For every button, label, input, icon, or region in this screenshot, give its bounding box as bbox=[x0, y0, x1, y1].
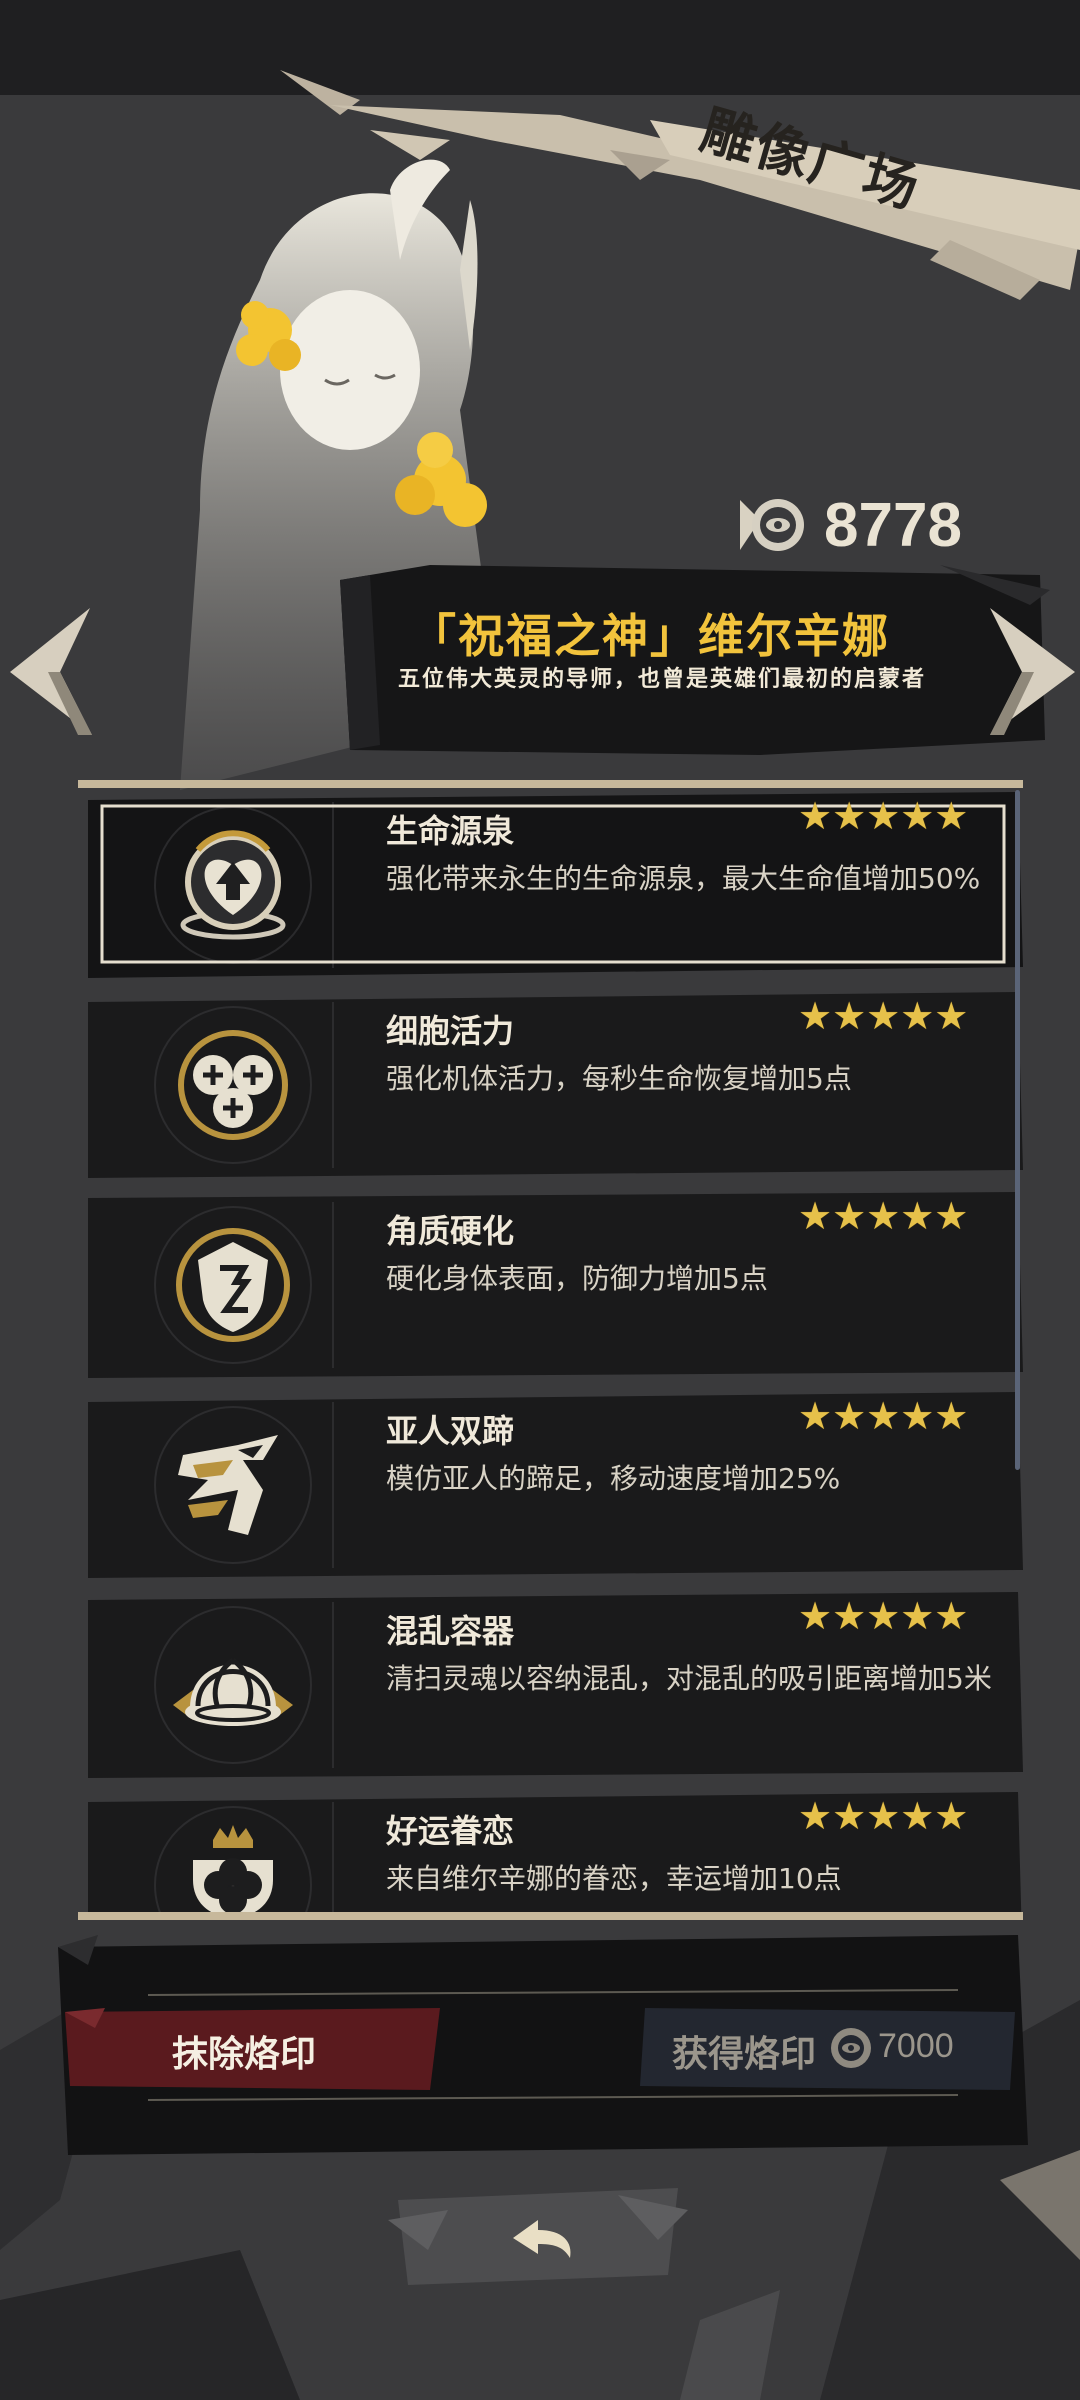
skill-name: 混乱容器 bbox=[386, 1612, 515, 1650]
hoof-icon bbox=[178, 1435, 278, 1535]
star-icon: ★★★★★ bbox=[798, 1194, 969, 1238]
skill-card-4[interactable]: 混乱容器 清扫灵魂以容纳混乱，对混乱的吸引距离增加5米 ★★★★★ bbox=[88, 1592, 1023, 1778]
star-rating: ★★★★★ bbox=[798, 996, 968, 1036]
star-icon: ★★★★★ bbox=[798, 1794, 969, 1838]
skill-description: 模仿亚人的蹄足，移动速度增加25% bbox=[386, 1462, 841, 1495]
star-icon: ★★★★★ bbox=[798, 1394, 969, 1438]
shield-icon bbox=[176, 1228, 290, 1342]
skill-list[interactable]: 生命源泉 强化带来永生的生命源泉，最大生命值增加50% ★★★★★ 细胞活力 强… bbox=[78, 782, 1023, 1912]
skill-card-5[interactable]: 好运眷恋 来自维尔辛娜的眷恋，幸运增加10点 ★★★★★ bbox=[88, 1792, 1023, 1912]
chevron-left-icon bbox=[10, 608, 92, 735]
skill-description: 强化机体活力，每秒生命恢复增加5点 bbox=[386, 1062, 852, 1095]
skill-card-2[interactable]: 角质硬化 硬化身体表面，防御力增加5点 ★★★★★ bbox=[88, 1192, 1023, 1378]
skill-card-3[interactable]: 亚人双蹄 模仿亚人的蹄足，移动速度增加25% ★★★★★ bbox=[88, 1392, 1023, 1578]
list-bottom-border bbox=[78, 1912, 1023, 1920]
skill-description: 清扫灵魂以容纳混乱，对混乱的吸引距离增加5米 bbox=[386, 1662, 992, 1695]
star-icon: ★★★★★ bbox=[798, 1594, 969, 1638]
currency-display: 8778 bbox=[740, 485, 1040, 565]
star-rating: ★★★★★ bbox=[798, 1196, 968, 1236]
coin-icon bbox=[831, 2028, 871, 2068]
cells-icon bbox=[178, 1030, 288, 1140]
prev-hero-button[interactable] bbox=[0, 600, 100, 740]
skill-name: 细胞活力 bbox=[386, 1012, 515, 1050]
heart-arrow-icon bbox=[180, 830, 286, 940]
skill-card-0[interactable]: 生命源泉 强化带来永生的生命源泉，最大生命值增加50% ★★★★★ bbox=[88, 792, 1023, 978]
erase-brand-label: 抹除烙印 bbox=[172, 2034, 317, 2075]
skill-card-1[interactable]: 细胞活力 强化机体活力，每秒生命恢复增加5点 ★★★★★ bbox=[88, 992, 1023, 1178]
dome-icon bbox=[173, 1658, 293, 1726]
star-icon: ★★★★★ bbox=[798, 794, 969, 838]
gain-brand-label: 获得烙印 bbox=[672, 2034, 817, 2075]
star-rating: ★★★★★ bbox=[798, 1396, 968, 1436]
star-icon: ★★★★★ bbox=[798, 994, 969, 1038]
skill-name: 亚人双蹄 bbox=[386, 1412, 515, 1450]
hero-name: 「祝福之神」维尔辛娜 bbox=[410, 609, 890, 663]
skill-name: 生命源泉 bbox=[386, 812, 515, 850]
skill-description: 强化带来永生的生命源泉，最大生命值增加50% bbox=[386, 862, 981, 895]
star-rating: ★★★★★ bbox=[798, 1596, 968, 1636]
skill-description: 硬化身体表面，防御力增加5点 bbox=[386, 1262, 768, 1295]
skill-name: 好运眷恋 bbox=[386, 1812, 515, 1850]
coin-icon bbox=[740, 499, 804, 551]
clover-crown-icon bbox=[193, 1825, 273, 1912]
chevron-right-icon bbox=[990, 608, 1075, 735]
list-scrollbar[interactable] bbox=[1015, 790, 1020, 1470]
gain-brand-cost: 7000 bbox=[878, 2027, 954, 2065]
star-rating: ★★★★★ bbox=[798, 1796, 968, 1836]
skill-description: 来自维尔辛娜的眷恋，幸运增加10点 bbox=[386, 1862, 842, 1895]
skill-name: 角质硬化 bbox=[386, 1212, 515, 1250]
star-rating: ★★★★★ bbox=[798, 796, 968, 836]
hero-description: 五位伟大英灵的导师，也曾是英雄们最初的启蒙者 bbox=[398, 667, 927, 692]
next-hero-button[interactable] bbox=[980, 600, 1080, 740]
back-button[interactable] bbox=[388, 2180, 688, 2290]
currency-value: 8778 bbox=[824, 490, 962, 560]
